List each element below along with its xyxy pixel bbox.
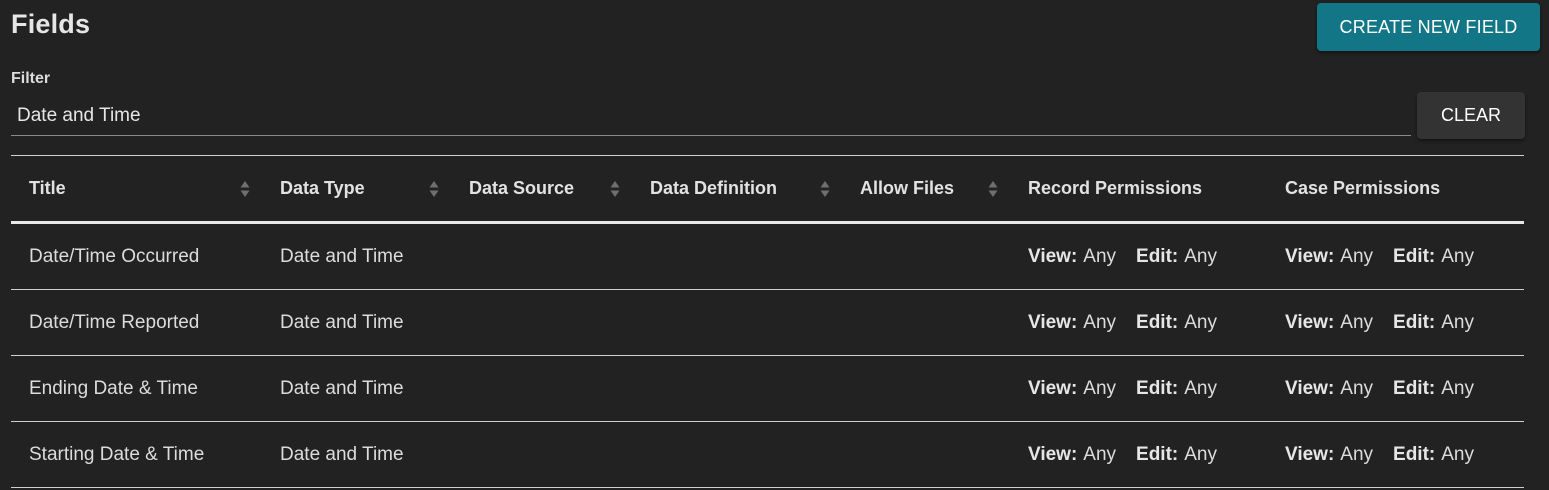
- record-view-value: Any: [1083, 377, 1117, 399]
- fields-page: Fields CREATE NEW FIELD Filter CLEAR Tit…: [0, 0, 1549, 490]
- column-header-case-permissions: Case Permissions: [1285, 156, 1440, 221]
- column-label: Allow Files: [860, 178, 955, 198]
- view-label: View:: [1285, 443, 1335, 465]
- column-header-data-definition[interactable]: Data Definition: [650, 156, 777, 221]
- filter-label: Filter: [11, 70, 51, 87]
- case-view-value: Any: [1340, 311, 1374, 333]
- column-header-data-source[interactable]: Data Source: [469, 156, 574, 221]
- edit-label: Edit:: [1393, 311, 1436, 333]
- table-row[interactable]: Date/Time Reported Date and Time View: A…: [11, 290, 1524, 356]
- column-header-data-type[interactable]: Data Type: [280, 156, 365, 221]
- view-label: View:: [1028, 245, 1078, 267]
- cell-case-permissions: View: Any Edit: Any: [1285, 290, 1494, 355]
- case-view-value: Any: [1340, 245, 1374, 267]
- cell-data-type: Date and Time: [280, 443, 404, 465]
- record-edit-value: Any: [1184, 377, 1217, 399]
- cell-title: Date/Time Occurred: [29, 245, 200, 267]
- view-label: View:: [1285, 245, 1335, 267]
- record-view-value: Any: [1083, 443, 1117, 465]
- cell-data-type: Date and Time: [280, 311, 404, 333]
- cell-record-permissions: View: Any Edit: Any: [1028, 422, 1237, 487]
- case-edit-value: Any: [1441, 443, 1474, 465]
- create-new-field-button[interactable]: CREATE NEW FIELD: [1317, 3, 1540, 51]
- cell-case-permissions: View: Any Edit: Any: [1285, 356, 1494, 421]
- sort-both-icon[interactable]: [240, 179, 250, 199]
- fields-table: Title Data Type Data Source Data Definit…: [11, 155, 1524, 488]
- cell-case-permissions: View: Any Edit: Any: [1285, 224, 1494, 289]
- table-header: Title Data Type Data Source Data Definit…: [11, 156, 1524, 224]
- record-view-value: Any: [1083, 245, 1117, 267]
- cell-data-type: Date and Time: [280, 377, 404, 399]
- sort-both-icon[interactable]: [610, 179, 620, 199]
- cell-record-permissions: View: Any Edit: Any: [1028, 224, 1237, 289]
- cell-title: Ending Date & Time: [29, 377, 198, 399]
- edit-label: Edit:: [1136, 245, 1179, 267]
- cell-title: Starting Date & Time: [29, 443, 205, 465]
- cell-record-permissions: View: Any Edit: Any: [1028, 356, 1237, 421]
- edit-label: Edit:: [1393, 245, 1436, 267]
- page-title: Fields: [11, 9, 91, 39]
- column-label: Case Permissions: [1285, 178, 1441, 198]
- case-edit-value: Any: [1441, 377, 1474, 399]
- case-view-value: Any: [1340, 377, 1374, 399]
- column-label: Data Definition: [650, 178, 778, 198]
- clear-filter-button[interactable]: CLEAR: [1417, 92, 1525, 139]
- cell-data-type: Date and Time: [280, 245, 404, 267]
- view-label: View:: [1028, 443, 1078, 465]
- case-view-value: Any: [1340, 443, 1374, 465]
- column-label: Title: [29, 178, 66, 198]
- case-edit-value: Any: [1441, 311, 1474, 333]
- view-label: View:: [1285, 377, 1335, 399]
- column-header-title[interactable]: Title: [29, 156, 66, 221]
- view-label: View:: [1028, 311, 1078, 333]
- record-edit-value: Any: [1184, 245, 1217, 267]
- cell-record-permissions: View: Any Edit: Any: [1028, 290, 1237, 355]
- table-row[interactable]: Ending Date & Time Date and Time View: A…: [11, 356, 1524, 422]
- case-edit-value: Any: [1441, 245, 1474, 267]
- record-edit-value: Any: [1184, 443, 1217, 465]
- table-row[interactable]: Starting Date & Time Date and Time View:…: [11, 422, 1524, 488]
- view-label: View:: [1028, 377, 1078, 399]
- edit-label: Edit:: [1136, 311, 1179, 333]
- cell-case-permissions: View: Any Edit: Any: [1285, 422, 1494, 487]
- edit-label: Edit:: [1393, 443, 1436, 465]
- cell-title: Date/Time Reported: [29, 311, 200, 333]
- view-label: View:: [1285, 311, 1335, 333]
- column-label: Data Source: [469, 178, 575, 198]
- filter-input[interactable]: [11, 96, 1411, 136]
- sort-both-icon[interactable]: [429, 179, 439, 199]
- edit-label: Edit:: [1136, 443, 1179, 465]
- column-header-record-permissions: Record Permissions: [1028, 156, 1202, 221]
- sort-both-icon[interactable]: [988, 179, 998, 199]
- column-label: Record Permissions: [1028, 178, 1203, 198]
- edit-label: Edit:: [1393, 377, 1436, 399]
- table-row[interactable]: Date/Time Occurred Date and Time View: A…: [11, 224, 1524, 290]
- sort-both-icon[interactable]: [820, 179, 830, 199]
- record-edit-value: Any: [1184, 311, 1217, 333]
- table-body: Date/Time Occurred Date and Time View: A…: [11, 224, 1524, 488]
- column-header-allow-files[interactable]: Allow Files: [860, 156, 954, 221]
- edit-label: Edit:: [1136, 377, 1179, 399]
- column-label: Data Type: [280, 178, 365, 198]
- record-view-value: Any: [1083, 311, 1117, 333]
